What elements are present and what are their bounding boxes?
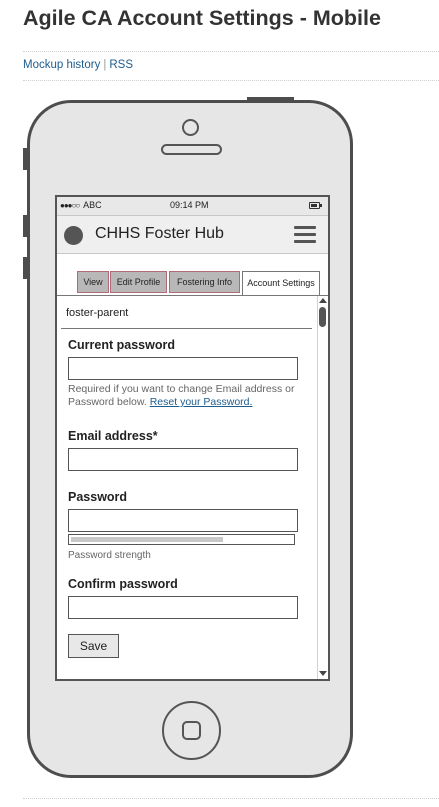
help-text: Required if you want to change Email add…: [68, 383, 308, 409]
save-button[interactable]: Save: [68, 634, 119, 658]
page-links: Mockup history | RSS: [23, 59, 133, 71]
password-strength-fill: [71, 537, 223, 542]
rss-link[interactable]: RSS: [109, 59, 133, 71]
divider: [61, 328, 312, 329]
status-bar: ●●●○○ ABC 09:14 PM: [57, 197, 328, 216]
email-label: Email address*: [68, 429, 158, 443]
current-password-label: Current password: [68, 338, 175, 352]
link-separator: |: [103, 59, 107, 71]
username: foster-parent: [66, 307, 129, 319]
power-button: [247, 97, 294, 101]
mockup-history-link[interactable]: Mockup history: [23, 59, 100, 71]
camera: [182, 119, 199, 136]
phone-screen: ●●●○○ ABC 09:14 PM CHHS Foster Hub View E…: [55, 195, 330, 681]
status-time: 09:14 PM: [170, 200, 209, 210]
app-header: CHHS Foster Hub: [57, 216, 328, 254]
scroll-down-arrow-icon[interactable]: [319, 671, 327, 676]
signal-dots: ●●●○○: [60, 201, 80, 210]
password-strength-bar: [68, 534, 295, 545]
scroll-thumb[interactable]: [319, 307, 326, 327]
tab-edit-profile[interactable]: Edit Profile: [110, 271, 167, 293]
reset-password-link[interactable]: Reset your Password.: [150, 396, 253, 408]
page-title: Agile CA Account Settings - Mobile: [23, 6, 381, 30]
current-password-field[interactable]: [68, 357, 298, 380]
tab-view[interactable]: View: [77, 271, 109, 293]
account-settings-form: foster-parent Current password Required …: [57, 296, 316, 679]
scroll-up-arrow-icon[interactable]: [319, 298, 327, 303]
volume-up-button: [23, 215, 27, 237]
carrier-name: ABC: [83, 200, 102, 210]
speaker: [161, 144, 222, 155]
hamburger-menu-icon[interactable]: [294, 226, 316, 243]
divider: [23, 798, 439, 799]
app-name: CHHS Foster Hub: [95, 225, 224, 242]
tab-bar: View Edit Profile Fostering Info Account…: [57, 271, 328, 296]
mute-switch: [23, 148, 27, 170]
carrier: ●●●○○ ABC: [60, 200, 102, 210]
confirm-password-label: Confirm password: [68, 577, 178, 591]
battery-icon: [309, 202, 322, 209]
email-field[interactable]: [68, 448, 298, 471]
password-field[interactable]: [68, 509, 298, 532]
tab-fostering-info[interactable]: Fostering Info: [169, 271, 240, 293]
home-button-icon[interactable]: [162, 701, 221, 760]
password-strength-label: Password strength: [68, 550, 151, 561]
volume-down-button: [23, 257, 27, 279]
divider: [23, 80, 439, 81]
tab-account-settings[interactable]: Account Settings: [242, 271, 320, 296]
confirm-password-field[interactable]: [68, 596, 298, 619]
scrollbar[interactable]: [317, 296, 328, 679]
divider: [23, 51, 439, 52]
home-square: [182, 721, 201, 740]
password-label: Password: [68, 490, 128, 504]
app-logo-icon: [64, 226, 83, 245]
